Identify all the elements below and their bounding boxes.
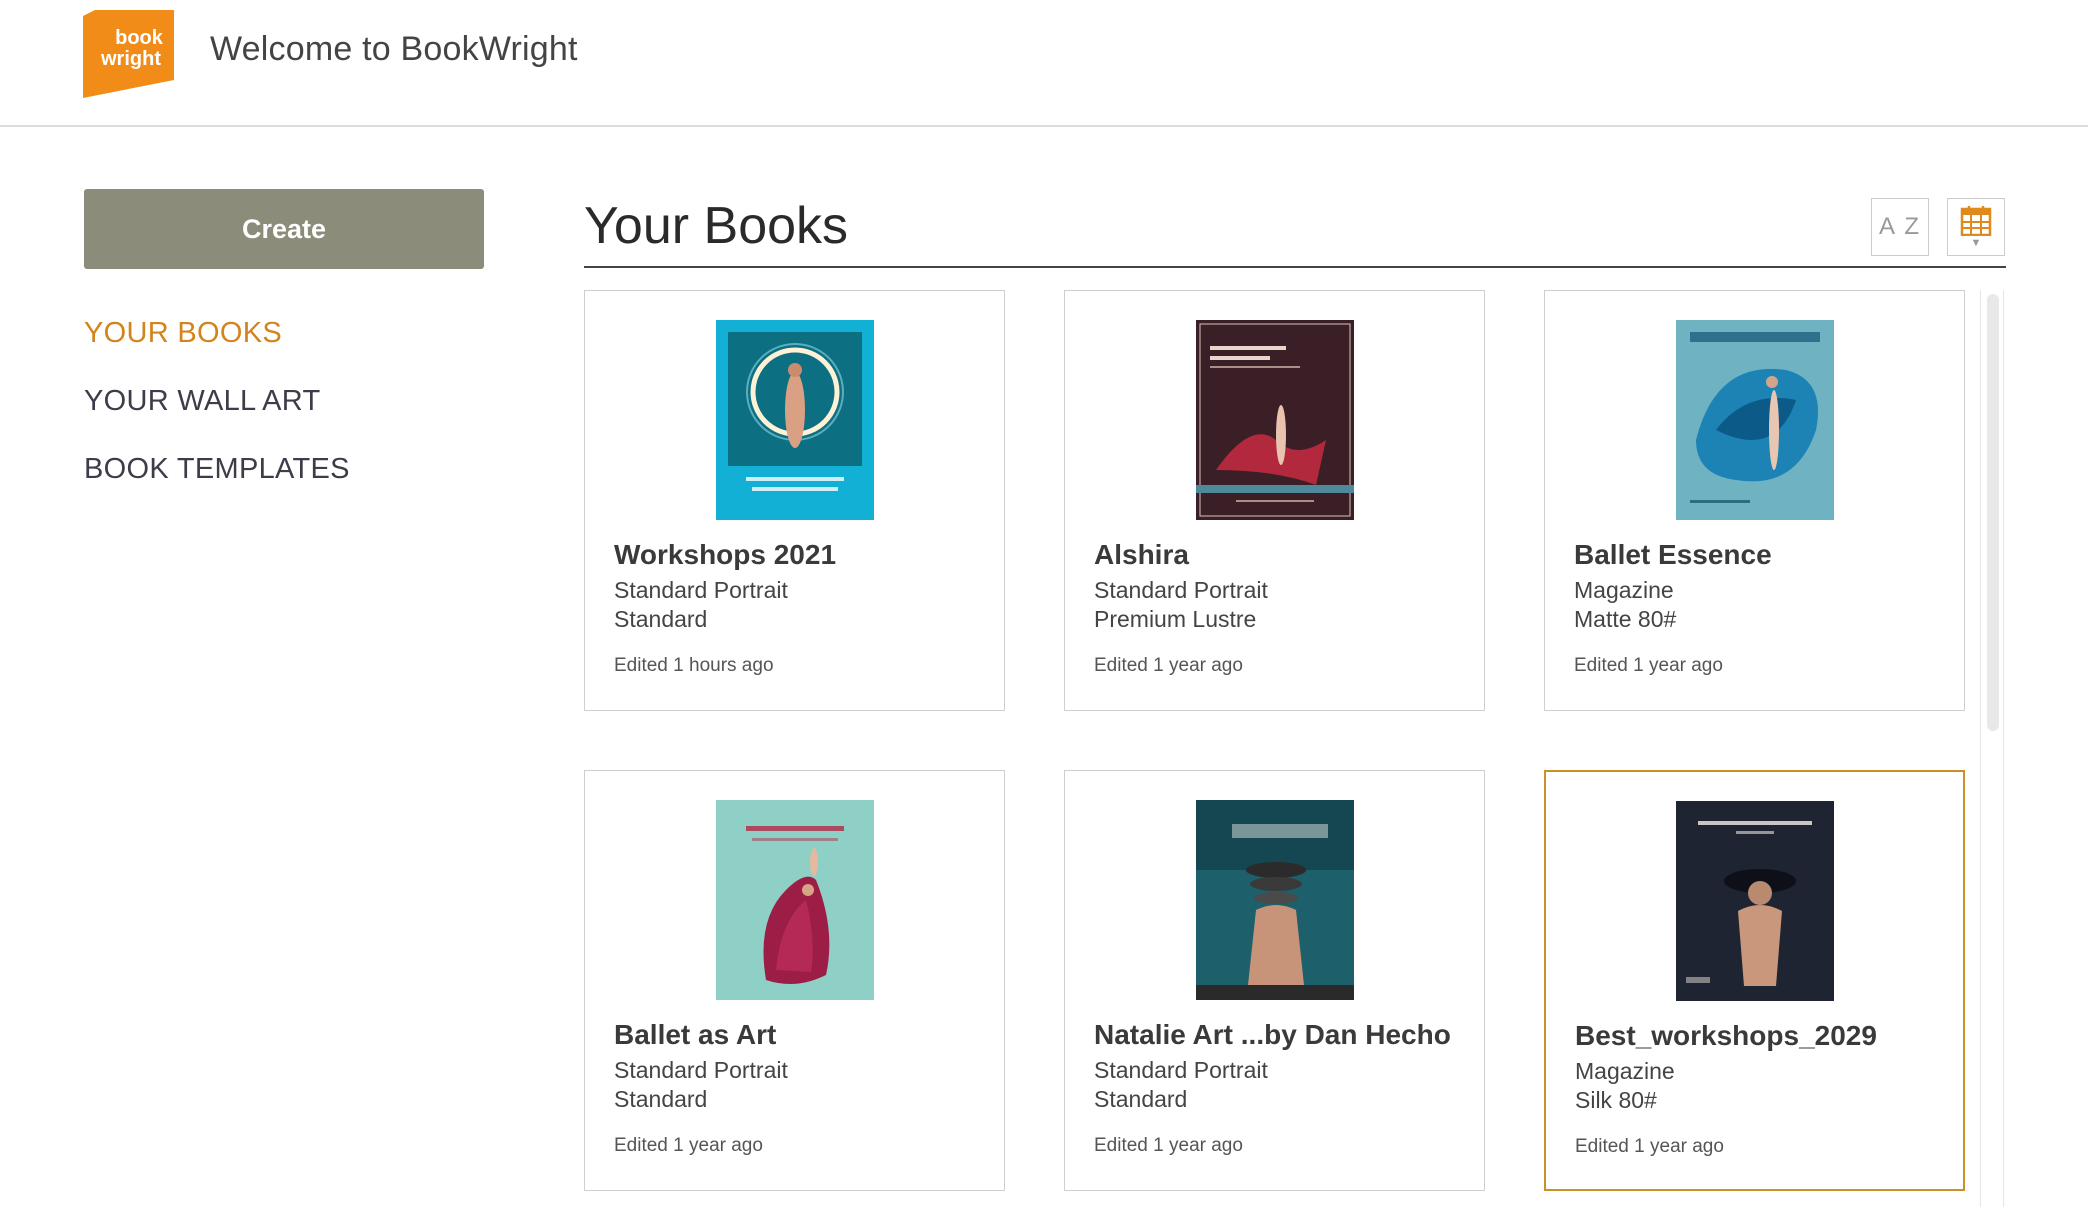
book-cover-image xyxy=(1675,320,1834,520)
book-cover-image xyxy=(1675,801,1834,1001)
book-card[interactable]: Alshira Standard Portrait Premium Lustre… xyxy=(1064,290,1485,711)
book-edited-time: Edited 1 year ago xyxy=(1574,655,1723,676)
book-format: Standard Portrait xyxy=(1094,1057,1268,1083)
scrollbar-thumb[interactable] xyxy=(1987,294,1999,731)
book-paper: Premium Lustre xyxy=(1094,606,1257,632)
book-paper: Silk 80# xyxy=(1575,1087,1657,1113)
book-list-scrollbar[interactable] xyxy=(1980,290,2004,1207)
book-edited-time: Edited 1 hours ago xyxy=(614,655,774,676)
sort-by-date-button[interactable]: ▼ xyxy=(1947,198,2005,256)
book-paper: Matte 80# xyxy=(1574,606,1677,632)
book-card[interactable]: Ballet as Art Standard Portrait Standard… xyxy=(584,770,1005,1191)
book-paper: Standard xyxy=(1094,1086,1188,1112)
book-title: Best_workshops_2029 xyxy=(1575,1020,1877,1051)
sidebar-nav: YOUR BOOKS YOUR WALL ART BOOK TEMPLATES xyxy=(84,318,350,522)
book-card[interactable]: Ballet Essence Magazine Matte 80# Edited… xyxy=(1544,290,1965,711)
book-title: Ballet Essence xyxy=(1574,539,1772,570)
logo-text-book: book xyxy=(115,27,164,49)
book-format: Standard Portrait xyxy=(1094,577,1268,603)
book-title: Ballet as Art xyxy=(614,1019,777,1050)
book-title: Workshops 2021 xyxy=(614,539,837,570)
book-format: Standard Portrait xyxy=(614,1057,788,1083)
book-card-selected[interactable]: Best_workshops_2029 Magazine Silk 80# Ed… xyxy=(1544,770,1965,1191)
book-edited-time: Edited 1 year ago xyxy=(1094,655,1243,676)
logo-text-wright: wright xyxy=(100,48,161,70)
chevron-down-icon: ▼ xyxy=(1970,237,1982,249)
sort-alphabetical-button[interactable]: A Z xyxy=(1871,198,1929,256)
book-edited-time: Edited 1 year ago xyxy=(1094,1135,1243,1156)
book-paper: Standard xyxy=(614,606,708,632)
book-cover-image xyxy=(715,800,874,1000)
book-title: Natalie Art ...by Dan Hecho xyxy=(1094,1019,1451,1050)
book-card[interactable]: Natalie Art ...by Dan Hecho Standard Por… xyxy=(1064,770,1485,1191)
sidebar-item-your-wall-art[interactable]: YOUR WALL ART xyxy=(84,386,350,416)
title-divider xyxy=(584,266,2006,268)
book-card[interactable]: Workshops 2021 Standard Portrait Standar… xyxy=(584,290,1005,711)
sidebar-item-book-templates[interactable]: BOOK TEMPLATES xyxy=(84,454,350,484)
book-format: Standard Portrait xyxy=(614,577,788,603)
calendar-icon xyxy=(1960,206,1992,236)
book-edited-time: Edited 1 year ago xyxy=(614,1135,763,1156)
book-cover-image xyxy=(1195,320,1354,520)
book-paper: Standard xyxy=(614,1086,708,1112)
create-button[interactable]: Create xyxy=(84,189,484,269)
sidebar-item-your-books[interactable]: YOUR BOOKS xyxy=(84,318,350,348)
book-format: Magazine xyxy=(1574,577,1674,603)
app-header: book wright Welcome to BookWright xyxy=(0,0,2088,127)
header-title: Welcome to BookWright xyxy=(210,30,578,68)
bookwright-logo[interactable]: book wright xyxy=(83,10,174,98)
book-edited-time: Edited 1 year ago xyxy=(1575,1136,1724,1157)
book-format: Magazine xyxy=(1575,1058,1675,1084)
page-title: Your Books xyxy=(584,197,849,255)
book-cover-image xyxy=(715,320,874,520)
book-title: Alshira xyxy=(1094,539,1189,570)
book-cover-image xyxy=(1195,800,1354,1000)
